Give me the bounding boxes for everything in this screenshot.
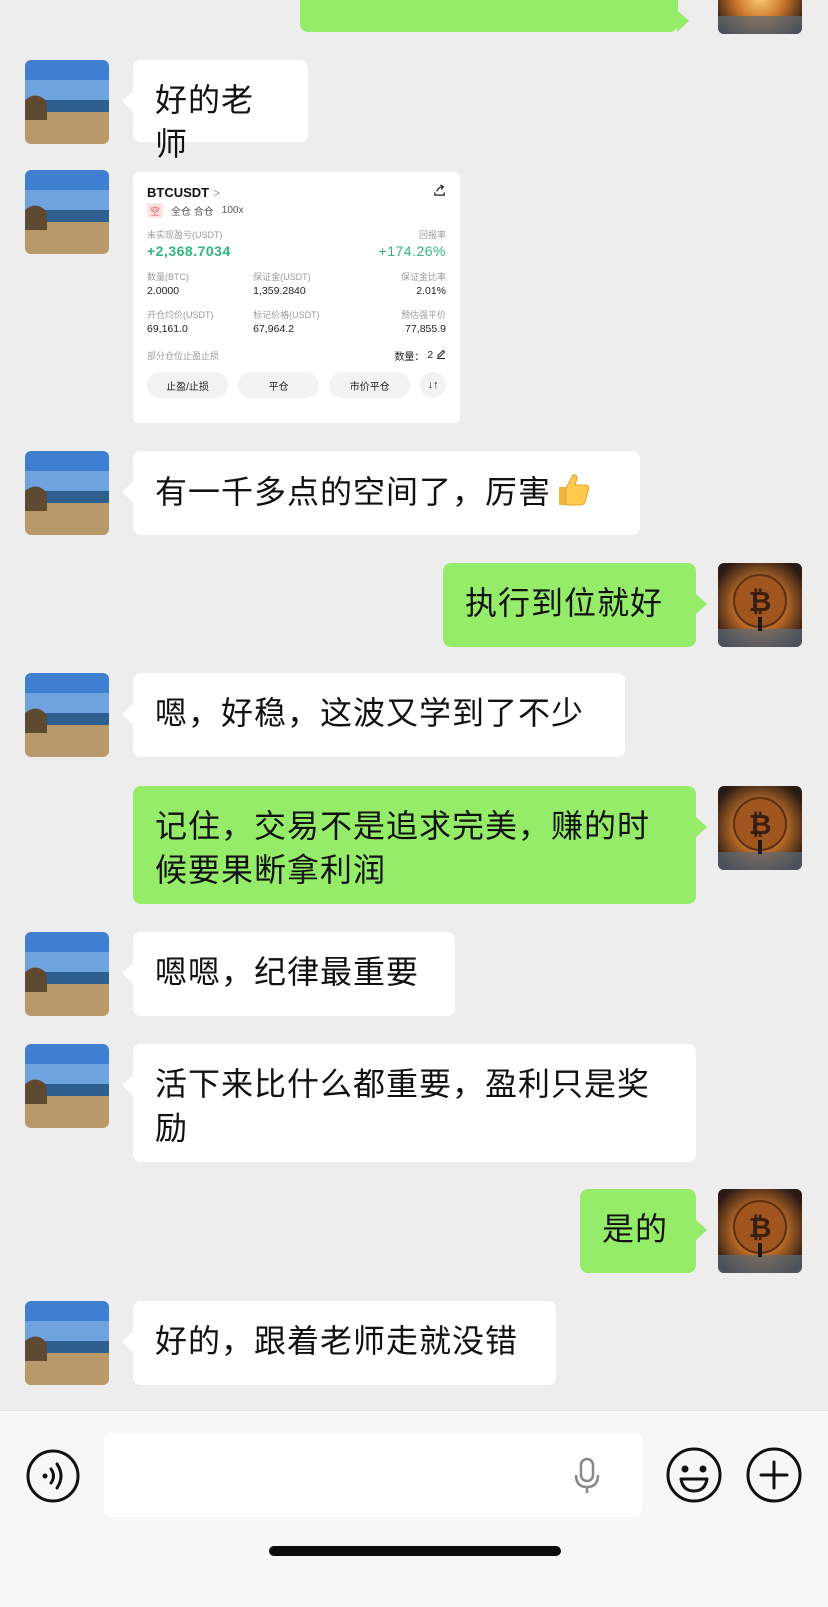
unrealized-label: 未实现盈亏(USDT) bbox=[147, 230, 223, 240]
message-bubble-partial[interactable] bbox=[300, 0, 689, 32]
message-text: 记住，交易不是追求完美，赚的时候要果断拿利润 bbox=[155, 807, 651, 889]
message-bubble[interactable]: 有一千多点的空间了，厉害 bbox=[122, 451, 640, 535]
margin-ratio-label: 保证金比率 bbox=[400, 272, 446, 282]
position-card[interactable]: BTCUSDT > 空 全仓 合仓 100x 未实现盈亏(USDT) +2,368… bbox=[133, 172, 460, 423]
share-icon[interactable] bbox=[433, 184, 446, 202]
message-bubble[interactable]: 嗯，好稳，这波又学到了不少 bbox=[122, 673, 625, 757]
market-close-button[interactable]: 市价平仓 bbox=[329, 372, 411, 398]
avatar-self[interactable] bbox=[718, 0, 802, 34]
svg-text:₿: ₿ bbox=[749, 1211, 772, 1244]
qty-label: 数量(BTC) bbox=[147, 272, 189, 282]
avatar-self[interactable]: ₿ bbox=[718, 563, 802, 647]
smiley-icon[interactable] bbox=[664, 1445, 724, 1509]
message-text: 活下来比什么都重要，盈利只是奖励 bbox=[155, 1065, 651, 1147]
swap-button[interactable]: ↓↑ bbox=[420, 372, 446, 398]
edit-icon[interactable] bbox=[436, 349, 446, 362]
mark-value: 67,964.2 bbox=[253, 323, 295, 335]
chevron-right-icon: > bbox=[213, 186, 221, 200]
chat-area: 好的老师 BTCUSDT > 空 全仓 合仓 100x 未实现盈亏(USDT) +… bbox=[0, 0, 828, 1410]
voice-icon[interactable] bbox=[25, 1448, 81, 1508]
count-label: 数量： bbox=[394, 352, 425, 363]
avatar-contact[interactable] bbox=[25, 451, 109, 535]
message-bubble[interactable]: 嗯嗯，纪律最重要 bbox=[122, 932, 455, 1016]
qty-value: 2.0000 bbox=[147, 285, 180, 297]
avatar-contact[interactable] bbox=[25, 673, 109, 757]
message-bubble[interactable]: 是的 bbox=[580, 1189, 707, 1273]
margin-value: 1,359.2840 bbox=[253, 285, 306, 297]
short-tag: 空 bbox=[147, 203, 163, 218]
input-bar bbox=[0, 1410, 828, 1607]
symbol: BTCUSDT bbox=[147, 185, 210, 200]
avatar-contact[interactable] bbox=[25, 1044, 109, 1128]
liq-value: 77,855.9 bbox=[405, 323, 446, 335]
message-text: 好的，跟着老师走就没错 bbox=[155, 1322, 519, 1360]
tpsl-button[interactable]: 止盈/止损 bbox=[147, 372, 229, 398]
svg-text:₿: ₿ bbox=[749, 808, 772, 841]
message-text: 嗯，好稳，这波又学到了不少 bbox=[155, 694, 585, 732]
message-bubble[interactable]: 好的老师 bbox=[122, 60, 308, 163]
roi-label: 回报率 bbox=[418, 230, 446, 240]
unrealized-value: +2,368.7034 bbox=[147, 243, 231, 259]
message-bubble[interactable]: 记住，交易不是追求完美，赚的时候要果断拿利润 bbox=[133, 786, 707, 904]
home-indicator[interactable] bbox=[269, 1546, 561, 1556]
roi-value: +174.26% bbox=[378, 243, 446, 259]
message-input[interactable] bbox=[104, 1433, 642, 1517]
liq-label: 预估强平价 bbox=[400, 310, 446, 320]
avatar-contact[interactable] bbox=[25, 60, 109, 144]
thumbs-up-icon bbox=[553, 469, 593, 520]
svg-text:₿: ₿ bbox=[749, 585, 772, 618]
partial-tpsl-label[interactable]: 部分仓位止盈止损 bbox=[147, 349, 219, 362]
count-value: 2 bbox=[427, 350, 433, 361]
leverage: 100x bbox=[221, 205, 244, 216]
message-text: 有一千多点的空间了，厉害 bbox=[155, 473, 552, 511]
avatar-self[interactable]: ₿ bbox=[718, 786, 802, 870]
message-text: 执行到位就好 bbox=[465, 584, 664, 622]
margin-mode: 全仓 合仓 bbox=[171, 207, 214, 218]
message-bubble[interactable]: 执行到位就好 bbox=[443, 563, 707, 647]
message-text: 是的 bbox=[602, 1210, 669, 1248]
entry-label: 开仓均价(USDT) bbox=[147, 310, 214, 320]
message-text: 好的老师 bbox=[155, 81, 255, 163]
message-bubble[interactable]: 活下来比什么都重要，盈利只是奖励 bbox=[122, 1044, 696, 1162]
avatar-contact[interactable] bbox=[25, 932, 109, 1016]
avatar-self[interactable]: ₿ bbox=[718, 1189, 802, 1273]
avatar-contact[interactable] bbox=[25, 1301, 109, 1385]
avatar-contact[interactable] bbox=[25, 170, 109, 254]
entry-value: 69,161.0 bbox=[147, 323, 188, 335]
message-text: 嗯嗯，纪律最重要 bbox=[155, 953, 420, 991]
margin-ratio-value: 2.01% bbox=[416, 285, 446, 297]
mark-label: 标记价格(USDT) bbox=[253, 310, 320, 320]
plus-circle-icon[interactable] bbox=[744, 1445, 804, 1509]
margin-label: 保证金(USDT) bbox=[253, 272, 311, 282]
message-bubble[interactable]: 好的，跟着老师走就没错 bbox=[122, 1301, 556, 1385]
close-position-button[interactable]: 平仓 bbox=[238, 372, 320, 398]
microphone-icon[interactable] bbox=[572, 1457, 602, 1499]
